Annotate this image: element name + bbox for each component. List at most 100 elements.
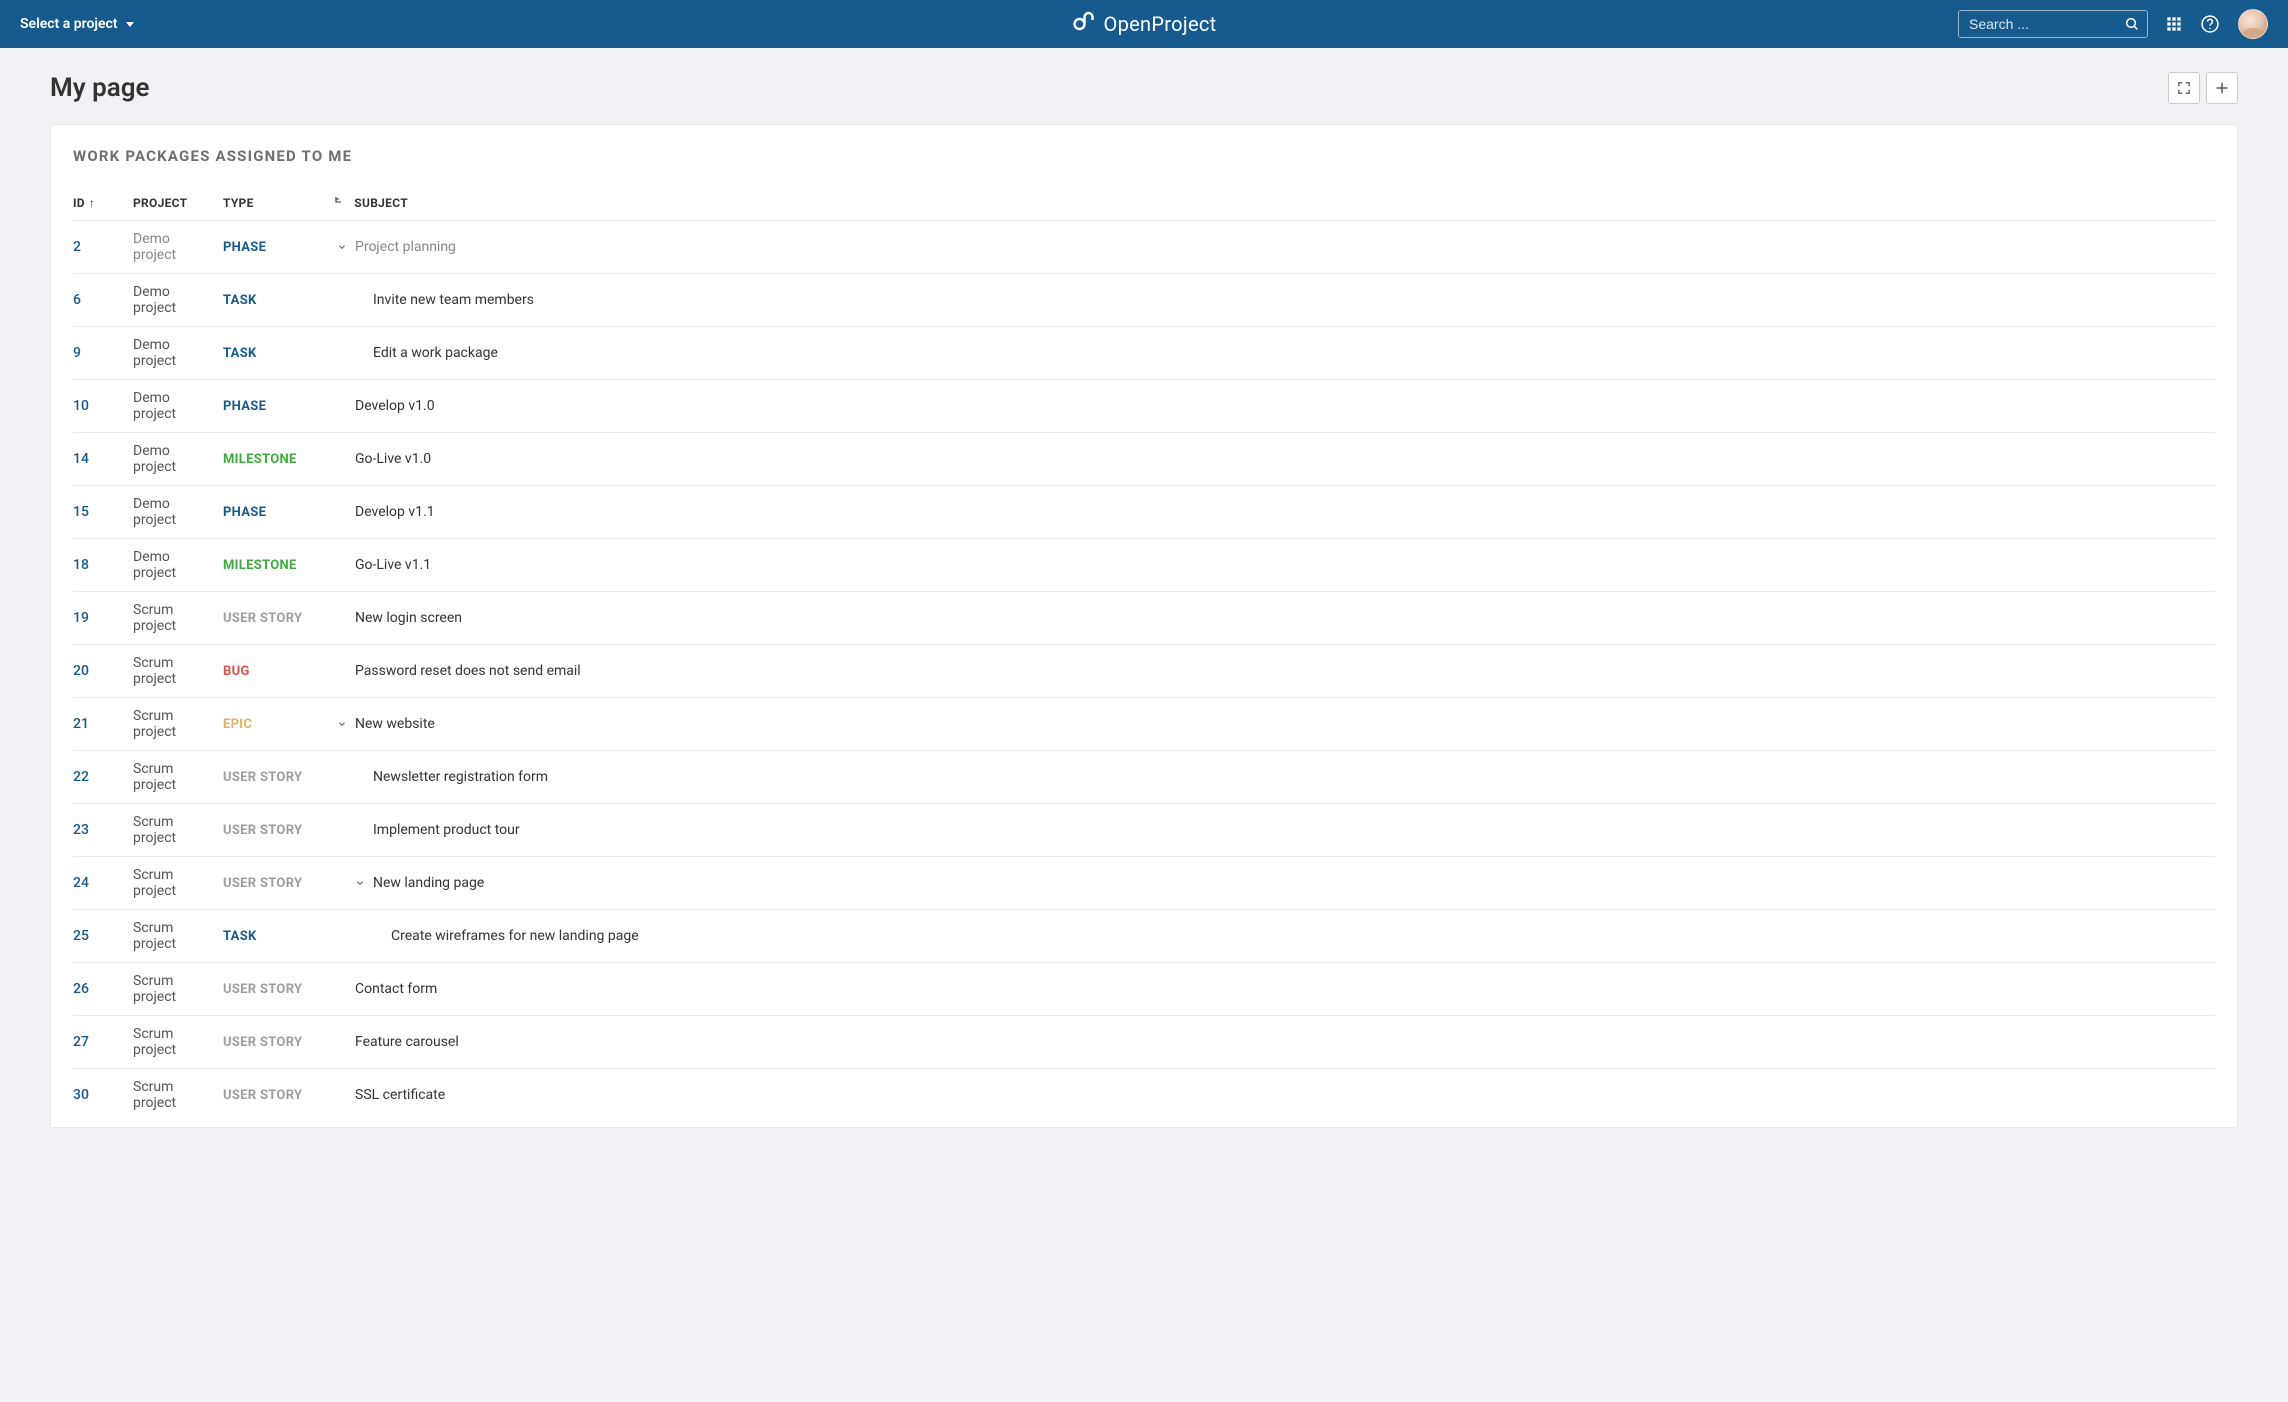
col-header-subject[interactable]: SUBJECT: [333, 187, 2215, 221]
work-package-id-link[interactable]: 30: [73, 1087, 89, 1103]
table-row[interactable]: 19 Scrum project USER STORY New login scree…: [73, 592, 2215, 645]
page-header: My page: [50, 72, 2238, 104]
table-row[interactable]: 20Scrum projectBUGPassword reset does no…: [73, 645, 2215, 698]
fullscreen-button[interactable]: [2168, 72, 2200, 104]
table-row[interactable]: 23 Scrum project USER STORY Implement produ…: [73, 804, 2215, 857]
page-title: My page: [50, 73, 150, 103]
table-row[interactable]: 22 Scrum project USER STORY Newsletter regi…: [73, 751, 2215, 804]
table-row[interactable]: 26Scrum projectUSER STORYContact form: [73, 963, 2215, 1016]
search-icon[interactable]: [2124, 16, 2140, 32]
sort-asc-icon: ↑: [89, 196, 95, 210]
subject-text: Develop v1.0: [355, 398, 435, 414]
type-badge: USER STORY: [223, 770, 302, 785]
table-row[interactable]: 14 Demo project MILESTONE Go-Live v1.0: [73, 433, 2215, 486]
work-package-id-link[interactable]: 6: [73, 292, 81, 308]
subject-text: Go-Live v1.0: [355, 451, 431, 467]
expand-toggle[interactable]: [333, 719, 351, 729]
add-widget-button[interactable]: [2206, 72, 2238, 104]
work-package-id-link[interactable]: 18: [73, 557, 89, 573]
help-icon[interactable]: [2200, 14, 2220, 34]
col-header-type[interactable]: TYPE: [223, 187, 333, 221]
work-package-id-link[interactable]: 27: [73, 1034, 89, 1050]
subject-text: Password reset does not send email: [355, 663, 581, 679]
subject-text: Feature carousel: [355, 1034, 459, 1050]
subject-text: Develop v1.1: [355, 504, 435, 520]
type-badge: PHASE: [223, 399, 266, 414]
work-package-id-link[interactable]: 22: [73, 769, 89, 785]
type-badge: USER STORY: [223, 1088, 302, 1103]
brand-text: OpenProject: [1104, 12, 1217, 36]
type-badge: USER STORY: [223, 1035, 302, 1050]
expand-toggle[interactable]: [333, 242, 351, 252]
work-package-id-link[interactable]: 23: [73, 822, 89, 838]
table-row[interactable]: 18Demo projectMILESTONEGo-Live v1.1: [73, 539, 2215, 592]
subject-text: Newsletter registration form: [373, 769, 548, 785]
table-row[interactable]: 21Scrum projectEPICNew website: [73, 698, 2215, 751]
work-package-id-link[interactable]: 21: [73, 716, 89, 732]
project-name: Scrum project: [133, 761, 176, 793]
work-package-id-link[interactable]: 20: [73, 663, 89, 679]
col-header-id[interactable]: ID↑: [73, 187, 133, 221]
type-badge: TASK: [223, 346, 257, 361]
project-name: Scrum project: [133, 1026, 176, 1058]
type-badge: USER STORY: [223, 611, 302, 626]
project-name: Scrum project: [133, 973, 176, 1005]
table-row[interactable]: 30Scrum projectUSER STORYSSL certificate: [73, 1069, 2215, 1122]
project-name: Demo project: [133, 284, 176, 316]
table-row[interactable]: 6Demo projectTASKInvite new team members: [73, 274, 2215, 327]
table-row[interactable]: 10 Demo project PHASE Develop v1.0: [73, 380, 2215, 433]
project-selector[interactable]: Select a project: [20, 16, 134, 32]
subject-text: New website: [355, 716, 435, 732]
type-badge: USER STORY: [223, 982, 302, 997]
col-header-project[interactable]: PROJECT: [133, 187, 223, 221]
logo-icon: [1072, 10, 1096, 38]
topbar: Select a project OpenProject: [0, 0, 2288, 48]
work-package-id-link[interactable]: 14: [73, 451, 89, 467]
work-package-id-link[interactable]: 2: [73, 239, 81, 255]
subject-text: Implement product tour: [373, 822, 520, 838]
project-name: Demo project: [133, 496, 176, 528]
avatar[interactable]: [2238, 9, 2268, 39]
type-badge: MILESTONE: [223, 452, 297, 467]
type-badge: EPIC: [223, 717, 252, 732]
subject-text: Edit a work package: [373, 345, 498, 361]
work-package-id-link[interactable]: 19: [73, 610, 89, 626]
table-row[interactable]: 9 Demo project TASK Edit a work package: [73, 327, 2215, 380]
work-package-id-link[interactable]: 10: [73, 398, 89, 414]
subject-text: New login screen: [355, 610, 462, 626]
table-row[interactable]: 15Demo projectPHASEDevelop v1.1: [73, 486, 2215, 539]
expand-toggle[interactable]: [351, 878, 369, 888]
table-row[interactable]: 2 Demo project PHASE Project planning: [73, 221, 2215, 274]
type-badge: USER STORY: [223, 823, 302, 838]
subject-text: Create wireframes for new landing page: [391, 928, 639, 944]
subject-text: Project planning: [355, 239, 456, 255]
search-input[interactable]: [1958, 10, 2148, 38]
apps-grid-icon[interactable]: [2166, 16, 2182, 32]
hierarchy-icon: [333, 195, 345, 207]
work-package-id-link[interactable]: 9: [73, 345, 81, 361]
project-name: Scrum project: [133, 814, 176, 846]
table-row[interactable]: 27 Scrum project USER STORY Feature carouse…: [73, 1016, 2215, 1069]
caret-down-icon: [126, 22, 134, 27]
table-row[interactable]: 24Scrum projectUSER STORYNew landing pag…: [73, 857, 2215, 910]
project-name: Demo project: [133, 443, 176, 475]
brand-logo[interactable]: OpenProject: [1072, 10, 1217, 38]
project-name: Demo project: [133, 390, 176, 422]
project-name: Scrum project: [133, 602, 176, 634]
page-body: My page WORK PACKAGES ASSIGNED TO ME ID↑: [0, 48, 2288, 1168]
work-package-id-link[interactable]: 24: [73, 875, 89, 891]
type-badge: PHASE: [223, 240, 266, 255]
project-selector-label: Select a project: [20, 16, 118, 32]
project-name: Demo project: [133, 231, 176, 263]
project-name: Demo project: [133, 337, 176, 369]
work-package-id-link[interactable]: 25: [73, 928, 89, 944]
project-name: Demo project: [133, 549, 176, 581]
project-name: Scrum project: [133, 867, 176, 899]
subject-text: Go-Live v1.1: [355, 557, 431, 573]
table-row[interactable]: 25Scrum projectTASKCreate wireframes for…: [73, 910, 2215, 963]
work-package-id-link[interactable]: 26: [73, 981, 89, 997]
widget-assigned-to-me: WORK PACKAGES ASSIGNED TO ME ID↑ PROJECT…: [50, 124, 2238, 1128]
work-packages-table: ID↑ PROJECT TYPE SUBJECT 2Demo projectPH: [73, 187, 2215, 1121]
project-name: Scrum project: [133, 655, 176, 687]
work-package-id-link[interactable]: 15: [73, 504, 89, 520]
